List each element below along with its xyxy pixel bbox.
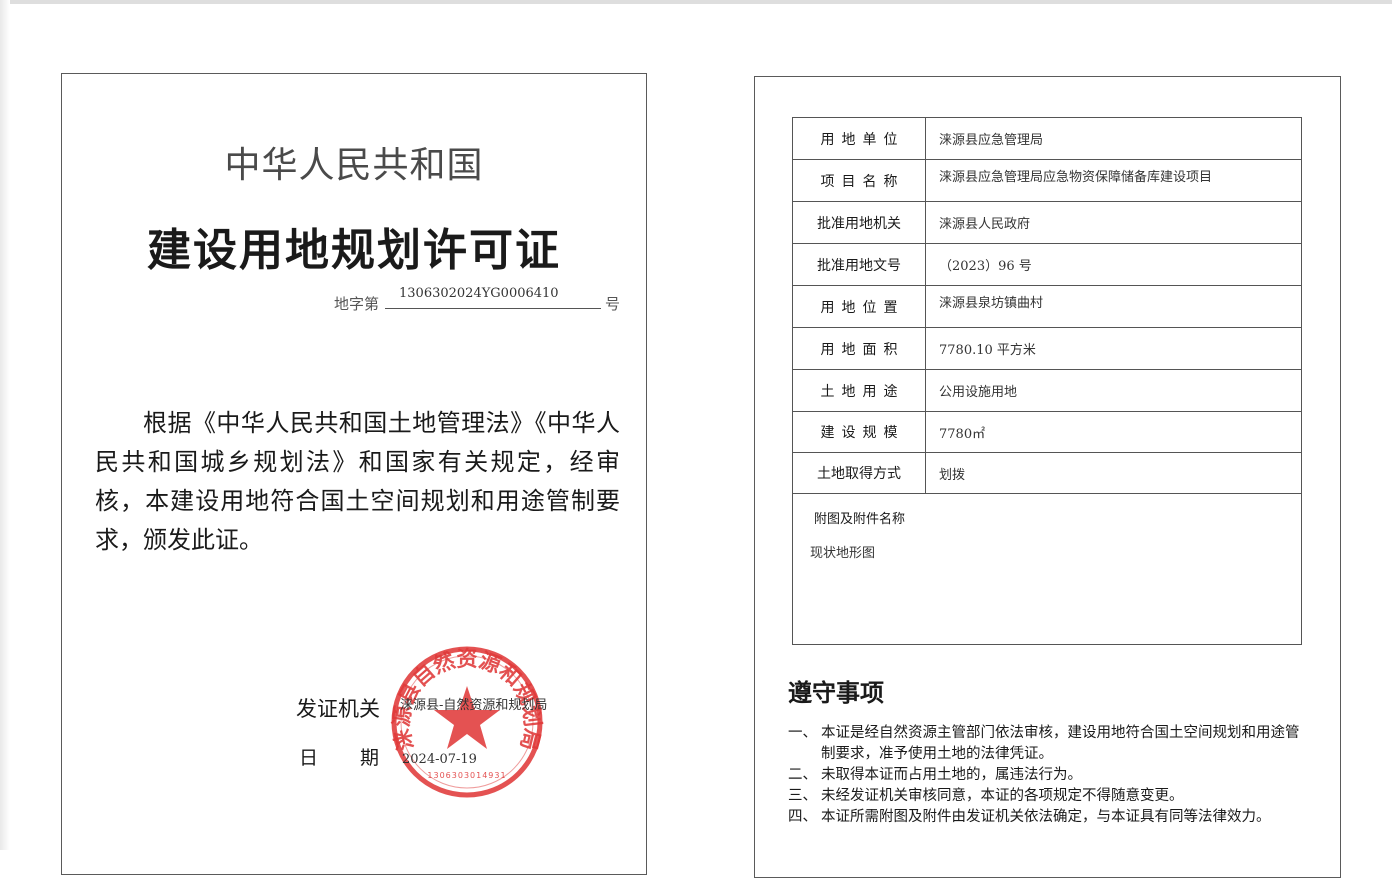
row-label: 用地单位	[793, 118, 926, 159]
seal-code: 1306303014931	[427, 771, 506, 780]
notice-item: 二、 未取得本证而占用土地的，属违法行为。	[788, 765, 1308, 786]
table-row: 用地位置 涞源县泉坊镇曲村	[793, 286, 1301, 328]
viewer-top-border	[0, 0, 1392, 4]
table-row: 土地用途 公用设施用地	[793, 370, 1301, 412]
notice-number: 四、	[788, 809, 817, 825]
notice-number: 二、	[788, 767, 817, 783]
notice-title: 遵守事项	[788, 679, 884, 707]
certificate-statement: 根据《中华人民共和国土地管理法》《中华人民共和国城乡规划法》和国家有关规定，经审…	[95, 409, 620, 554]
table-row: 建设规模 7780㎡	[793, 412, 1301, 453]
notice-number: 三、	[788, 788, 817, 804]
row-value: 划拨	[939, 467, 966, 483]
attachments-value: 现状地形图	[810, 546, 876, 561]
row-label: 土地用途	[793, 370, 926, 411]
viewer-left-edge	[0, 0, 10, 850]
certificate-number-suffix: 号	[605, 295, 621, 313]
country-name: 中华人民共和国	[224, 145, 484, 186]
notice-list: 一、 本证是经自然资源主管部门依法审核，建设用地符合国土空间规划和用途管制要求，准…	[788, 723, 1308, 828]
row-value: 7780㎡	[939, 426, 986, 442]
table-row: 项目名称 涞源县应急管理局应急物资保障储备库建设项目	[793, 160, 1301, 202]
row-value: 7780.10 平方米	[939, 343, 1036, 358]
notice-text: 未经发证机关审核同意，本证的各项规定不得随意变更。	[821, 788, 1184, 804]
attachments-label: 附图及附件名称	[814, 512, 906, 527]
certificate-number-prefix: 地字第	[334, 295, 380, 313]
row-value: 公用设施用地	[939, 385, 1018, 400]
table-row: 用地单位 涞源县应急管理局	[793, 118, 1301, 160]
land-info-table: 附图及附件名称 现状地形图 用地单位 涞源县应急管理局 项目名称 涞源县应急管理局应急…	[792, 117, 1302, 645]
notice-item: 四、 本证所需附图及附件由发证机关依法确定，与本证具有同等法律效力。	[788, 807, 1308, 828]
date-value: 2024-07-19	[402, 752, 477, 767]
notice-number: 一、	[788, 725, 817, 741]
row-label: 批准用地文号	[793, 244, 926, 285]
table-row: 批准用地文号 （2023）96 号	[793, 244, 1301, 286]
certificate-title: 建设用地规划许可证	[147, 225, 561, 276]
table-row: 土地取得方式 划拨	[793, 453, 1301, 494]
certificate-cover-page: 中华人民共和国 建设用地规划许可证 地字第 1306302024YG000641…	[61, 73, 647, 875]
row-label: 用地面积	[793, 328, 926, 369]
issuer-value: 涞源县-自然资源和规划局	[400, 698, 548, 713]
notice-text: 未取得本证而占用土地的，属违法行为。	[821, 767, 1082, 783]
date-label: 日 期	[299, 743, 379, 770]
date-label-char-1: 日	[299, 747, 319, 769]
table-row: 用地面积 7780.10 平方米	[793, 328, 1301, 370]
certificate-detail-page: 附图及附件名称 现状地形图 用地单位 涞源县应急管理局 项目名称 涞源县应急管理局应急…	[754, 76, 1341, 878]
row-value: 涞源县应急管理局应急物资保障储备库建设项目	[939, 170, 1213, 185]
row-label: 项目名称	[793, 160, 926, 201]
notice-text: 本证所需附图及附件由发证机关依法确定，与本证具有同等法律效力。	[821, 809, 1271, 825]
row-label: 建设规模	[793, 412, 926, 452]
row-value: 涞源县泉坊镇曲村	[939, 296, 1044, 311]
notice-item: 一、 本证是经自然资源主管部门依法审核，建设用地符合国土空间规划和用途管制要求，准…	[788, 723, 1308, 765]
notice-text: 本证是经自然资源主管部门依法审核，建设用地符合国土空间规划和用途管制要求，准予使…	[821, 725, 1300, 762]
notice-item: 三、 未经发证机关审核同意，本证的各项规定不得随意变更。	[788, 786, 1308, 807]
row-value: 涞源县应急管理局	[939, 133, 1044, 148]
official-seal-icon: 涞源县自然资源和规划局 1306303014931	[389, 646, 545, 798]
row-value: （2023）96 号	[939, 259, 1032, 274]
row-label: 土地取得方式	[793, 453, 926, 493]
table-row: 批准用地机关 涞源县人民政府	[793, 202, 1301, 244]
issuer-label: 发证机关	[296, 697, 380, 721]
row-label: 用地位置	[793, 286, 926, 327]
certificate-number: 1306302024YG0006410	[385, 286, 601, 309]
row-label: 批准用地机关	[793, 202, 926, 243]
date-label-char-2: 期	[359, 747, 379, 769]
row-value: 涞源县人民政府	[939, 217, 1031, 232]
